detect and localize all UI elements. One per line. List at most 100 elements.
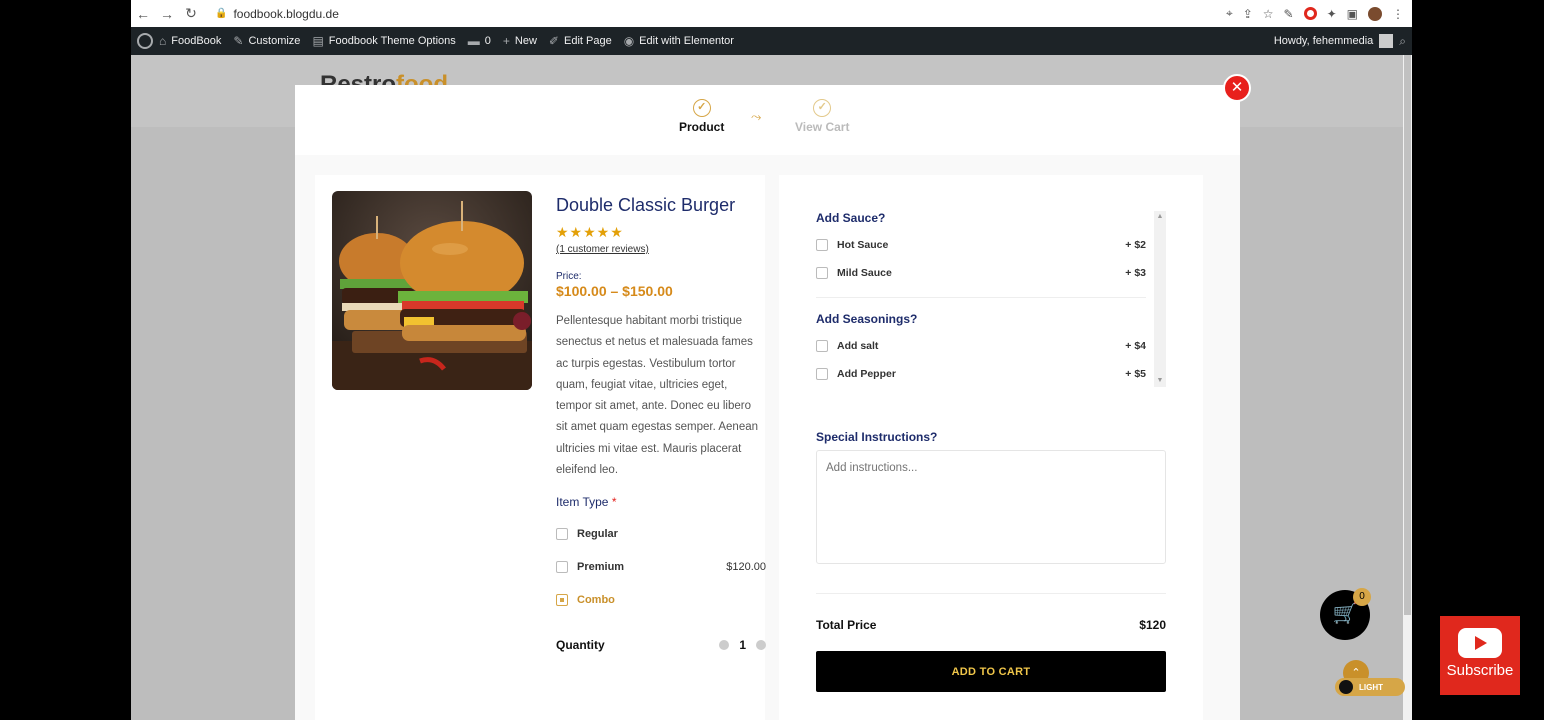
step-view-cart[interactable]: ✓ View Cart	[795, 99, 849, 134]
admin-theme-options-link[interactable]: ▤ Foodbook Theme Options	[306, 27, 461, 55]
checkbox[interactable]	[816, 267, 828, 279]
address-bar[interactable]: 🔒 foodbook.blogdu.de	[215, 3, 339, 24]
browser-extensions: ⌖ ⇪ ☆ ✎ ✦ ▣ ⋮	[1226, 6, 1412, 21]
step-view-cart-label: View Cart	[795, 120, 850, 134]
reload-icon[interactable]: ↻	[179, 5, 203, 22]
elementor-icon: ◉	[623, 34, 635, 48]
item-type-text: Item Type	[556, 495, 609, 510]
quantity-stepper: 1	[719, 638, 766, 652]
checkbox[interactable]	[816, 340, 828, 352]
browser-window: ← → ↻ 🔒 foodbook.blogdu.de ⌖ ⇪ ☆ ✎ ✦ ▣ ⋮…	[131, 0, 1412, 720]
addon-hot-sauce[interactable]: Hot Sauce + $2	[816, 237, 1146, 253]
total-price-row: Total Price $120	[816, 618, 1166, 632]
option-label: Premium	[577, 561, 625, 574]
admin-customize-link[interactable]: ✎ Customize	[227, 27, 306, 55]
divider	[816, 593, 1166, 594]
modal-body: Double Classic Burger ★★★★★ (1 customer …	[295, 155, 1240, 720]
addon-salt[interactable]: Add salt + $4	[816, 338, 1146, 354]
option-label: Regular	[577, 528, 618, 541]
divider	[816, 297, 1146, 298]
lock-icon: 🔒	[215, 8, 228, 19]
reviews-link[interactable]: (1 customer reviews)	[556, 244, 766, 255]
step-product[interactable]: ✓ Product	[679, 99, 724, 134]
dashboard-icon: ⌂	[159, 34, 167, 48]
admin-comments-count: 0	[484, 35, 491, 47]
url-text: foodbook.blogdu.de	[233, 6, 339, 21]
page-scrollbar-thumb[interactable]	[1404, 55, 1411, 615]
add-to-cart-button[interactable]: ADD TO CART	[816, 651, 1166, 692]
checkbox[interactable]	[816, 368, 828, 380]
comment-icon: ▬	[467, 34, 480, 48]
product-image	[332, 191, 532, 390]
admin-elementor-link[interactable]: ◉ Edit with Elementor	[618, 27, 740, 55]
price-range: $100.00 – $150.00	[556, 283, 673, 299]
checkout-steps: ✓ Product ⤳ ✓ View Cart	[295, 85, 1240, 155]
addon-price: + $3	[1125, 267, 1146, 279]
checkbox[interactable]	[556, 594, 568, 607]
required-mark: *	[611, 495, 617, 510]
admin-edit-page-link[interactable]: ✐ Edit Page	[543, 27, 618, 55]
profile-avatar[interactable]	[1368, 6, 1382, 21]
scroll-up-icon[interactable]: ▲	[1154, 211, 1166, 223]
checkbox[interactable]	[556, 528, 568, 541]
puzzle-icon[interactable]: ✦	[1327, 7, 1337, 21]
back-icon[interactable]: ←	[131, 6, 155, 22]
admin-search-icon[interactable]: ⌕	[1399, 34, 1406, 49]
burger-illustration	[332, 191, 532, 390]
admin-site-link[interactable]: ⌂ FoodBook	[153, 27, 227, 55]
admin-comments-link[interactable]: ▬ 0	[462, 27, 497, 55]
wordpress-icon[interactable]	[137, 33, 153, 49]
item-type-label: Item Type *	[556, 495, 766, 509]
checkbox[interactable]	[816, 239, 828, 251]
addon-mild-sauce[interactable]: Mild Sauce + $3	[816, 265, 1146, 281]
addon-label: Mild Sauce	[837, 267, 892, 279]
pencil-icon: ✐	[548, 34, 559, 48]
quantity-increase-button[interactable]	[756, 640, 766, 651]
opera-icon[interactable]	[1303, 7, 1317, 20]
item-type-option-regular[interactable]: Regular	[556, 526, 766, 542]
admin-avatar	[1379, 34, 1394, 48]
sidebar-icon[interactable]: ▣	[1347, 7, 1358, 21]
quantity-value[interactable]: 1	[739, 638, 746, 652]
addons-scrollbar[interactable]: ▲ ▼	[1154, 211, 1166, 387]
toggle-knob	[1339, 680, 1353, 694]
admin-account[interactable]: Howdy, fehemmedia ⌕	[1274, 34, 1412, 49]
pen-icon[interactable]: ✎	[1284, 7, 1294, 21]
addon-pepper[interactable]: Add Pepper + $5	[816, 366, 1146, 382]
addons-list: Add Sauce? Hot Sauce + $2 Mild Sauce + $…	[816, 211, 1166, 387]
youtube-play-icon	[1458, 628, 1502, 658]
item-type-option-combo[interactable]: Combo	[556, 592, 766, 608]
brush-icon: ✎	[233, 34, 244, 48]
addon-price: + $2	[1125, 239, 1146, 251]
product-options: Add Sauce? Hot Sauce + $2 Mild Sauce + $…	[779, 175, 1203, 720]
plus-icon: +	[502, 34, 510, 48]
quantity-row: Quantity 1	[556, 638, 766, 652]
admin-elementor-label: Edit with Elementor	[639, 35, 734, 47]
forward-icon[interactable]: →	[155, 6, 179, 22]
special-instructions-input[interactable]	[816, 450, 1166, 564]
item-type-option-premium[interactable]: Premium $120.00	[556, 559, 766, 575]
seasoning-title: Add Seasonings?	[816, 312, 918, 326]
step-arrow-icon: ⤳	[751, 109, 762, 124]
admin-new-link[interactable]: + New	[497, 27, 543, 55]
youtube-subscribe-overlay[interactable]: Subscribe	[1440, 616, 1520, 695]
location-icon[interactable]: ⌖	[1226, 6, 1233, 21]
checkbox[interactable]	[556, 561, 568, 574]
page-scrollbar[interactable]	[1403, 55, 1412, 720]
option-label: Combo	[577, 594, 615, 607]
total-price-value: $120	[1139, 618, 1166, 632]
theme-toggle[interactable]: LIGHT	[1335, 678, 1405, 696]
addon-label: Add salt	[837, 340, 879, 352]
admin-howdy-text: Howdy, fehemmedia	[1273, 35, 1374, 47]
admin-new-label: New	[514, 35, 537, 47]
close-modal-button[interactable]: ✕	[1223, 74, 1251, 102]
theme-toggle-label: LIGHT	[1359, 682, 1383, 692]
scroll-down-icon[interactable]: ▼	[1154, 375, 1166, 387]
cart-count-badge: 0	[1353, 588, 1371, 606]
menu-icon[interactable]: ⋮	[1392, 7, 1404, 21]
share-icon[interactable]: ⇪	[1243, 7, 1253, 21]
star-icon[interactable]: ☆	[1263, 7, 1274, 21]
quantity-decrease-button[interactable]	[719, 640, 730, 651]
admin-edit-page-label: Edit Page	[563, 35, 612, 47]
step-product-label: Product	[679, 120, 725, 134]
